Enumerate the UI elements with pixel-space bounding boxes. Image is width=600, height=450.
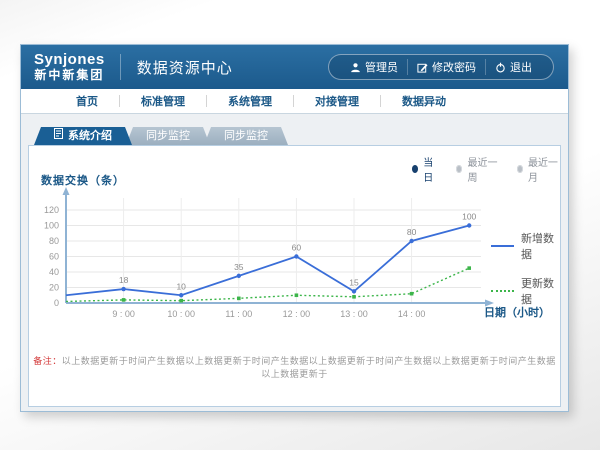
- svg-text:0: 0: [54, 298, 59, 308]
- svg-text:120: 120: [44, 205, 59, 215]
- footer-note: 备注：以上数据更新于时间产生数据以上数据更新于时间产生数据以上数据更新于时间产生…: [29, 354, 560, 380]
- x-axis-title: 日期（小时）: [484, 304, 550, 320]
- radio-unselected-icon: [456, 165, 462, 173]
- nav-item-standards[interactable]: 标准管理: [120, 93, 206, 109]
- tab-sync-monitor-2[interactable]: 同步监控: [204, 127, 288, 145]
- chart-panel: 当日 最近一周 最近一月 数据交换（条） 0204060801001209 : …: [28, 145, 561, 407]
- logo: Synjones 新中新集团: [21, 52, 118, 82]
- svg-text:20: 20: [49, 283, 59, 293]
- user-icon: [350, 62, 361, 73]
- svg-text:14 : 00: 14 : 00: [398, 309, 426, 319]
- svg-text:18: 18: [119, 275, 129, 285]
- svg-text:40: 40: [49, 267, 59, 277]
- logout-button[interactable]: 退出: [485, 59, 541, 75]
- legend-item-updated-data[interactable]: 更新数据: [491, 275, 560, 307]
- svg-text:100: 100: [44, 221, 59, 231]
- note-label: 备注：: [33, 356, 62, 366]
- page-title: 数据资源中心: [137, 57, 233, 78]
- solid-line-swatch-icon: [491, 245, 514, 247]
- tab-bar: 系统介绍 同步监控 同步监控: [34, 127, 282, 145]
- nav-item-home[interactable]: 首页: [55, 93, 119, 109]
- svg-text:35: 35: [234, 262, 244, 272]
- svg-text:9 : 00: 9 : 00: [112, 309, 135, 319]
- nav-item-data-change[interactable]: 数据异动: [381, 93, 467, 109]
- app-window: Synjones 新中新集团 数据资源中心 管理员 修改密码: [20, 44, 569, 412]
- svg-text:11 : 00: 11 : 00: [225, 309, 252, 319]
- dotted-line-swatch-icon: [491, 290, 514, 292]
- range-option-today[interactable]: 当日: [412, 154, 439, 184]
- legend-item-new-data[interactable]: 新增数据: [491, 230, 560, 262]
- svg-text:60: 60: [49, 252, 59, 262]
- range-selector: 当日 最近一周 最近一月: [412, 154, 560, 184]
- nav-item-integration[interactable]: 对接管理: [294, 93, 380, 109]
- app-header: Synjones 新中新集团 数据资源中心 管理员 修改密码: [21, 45, 568, 89]
- header-divider: [120, 54, 121, 80]
- admin-user-button[interactable]: 管理员: [341, 59, 407, 75]
- svg-text:80: 80: [407, 227, 417, 237]
- range-option-last-week[interactable]: 最近一周: [456, 154, 499, 184]
- content-area: 系统介绍 同步监控 同步监控 当日 最近一周 最近一月 数据交: [21, 114, 568, 411]
- tab-system-intro[interactable]: 系统介绍: [34, 127, 132, 145]
- logo-company: 新中新集团: [34, 69, 105, 82]
- svg-text:100: 100: [462, 212, 476, 222]
- power-icon: [495, 62, 506, 73]
- user-actions: 管理员 修改密码 退出: [328, 54, 554, 80]
- nav-item-system[interactable]: 系统管理: [207, 93, 293, 109]
- svg-text:80: 80: [49, 236, 59, 246]
- svg-text:15: 15: [349, 277, 359, 287]
- range-option-last-month[interactable]: 最近一月: [517, 154, 560, 184]
- radio-unselected-icon: [517, 165, 523, 173]
- svg-text:12 : 00: 12 : 00: [283, 309, 311, 319]
- document-icon: [54, 127, 63, 145]
- svg-text:10 : 00: 10 : 00: [167, 309, 195, 319]
- tab-sync-monitor-1[interactable]: 同步监控: [126, 127, 210, 145]
- main-nav: 首页 标准管理 系统管理 对接管理 数据异动: [21, 89, 568, 114]
- radio-selected-icon: [412, 165, 418, 173]
- note-text: 以上数据更新于时间产生数据以上数据更新于时间产生数据以上数据更新于时间产生数据以…: [62, 356, 556, 379]
- svg-text:13 : 00: 13 : 00: [340, 309, 368, 319]
- change-password-button[interactable]: 修改密码: [407, 59, 485, 75]
- logo-brand: Synjones: [34, 52, 105, 69]
- svg-text:10: 10: [176, 281, 186, 291]
- svg-text:60: 60: [292, 243, 302, 253]
- edit-icon: [417, 62, 428, 73]
